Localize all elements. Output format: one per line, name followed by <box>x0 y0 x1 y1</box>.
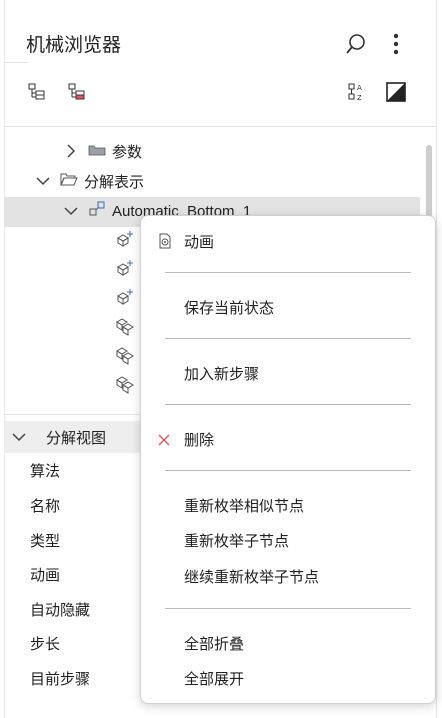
context-menu: 动画 保存当前状态 加入新步骤 删除 重新枚举相似节点 重新枚举子节点 继续重新… <box>140 215 436 704</box>
animation-icon <box>157 233 173 253</box>
property-label: 步长 <box>30 635 61 653</box>
contrast-toggle-icon[interactable] <box>384 80 408 104</box>
menu-separator <box>165 608 411 609</box>
part-node-icon[interactable] <box>115 316 135 336</box>
menu-separator <box>165 404 411 405</box>
panel-header: 机械浏览器 AZ <box>4 0 437 125</box>
property-label: 类型 <box>30 532 61 550</box>
chevron-down-icon[interactable] <box>36 174 50 188</box>
header-divider-left <box>4 62 28 63</box>
sort-az-icon[interactable]: AZ <box>345 80 369 104</box>
menu-item-add-step[interactable]: 加入新步骤 <box>184 363 259 384</box>
menu-separator <box>165 272 411 273</box>
tree-item-exploded-views[interactable]: 分解表示 <box>36 167 144 195</box>
more-vertical-icon[interactable] <box>383 31 409 57</box>
menu-item-save-state[interactable]: 保存当前状态 <box>184 297 274 318</box>
chevron-down-icon[interactable] <box>12 430 26 444</box>
menu-item-collapse-all[interactable]: 全部折叠 <box>184 633 244 654</box>
delete-x-icon <box>158 431 170 450</box>
menu-separator <box>165 470 411 471</box>
tree-item-label: 参数 <box>112 142 143 161</box>
property-label: 目前步骤 <box>30 670 91 688</box>
part-node-icon[interactable] <box>115 345 135 365</box>
properties-section-header[interactable]: 分解视图 <box>4 421 144 453</box>
svg-text:Z: Z <box>357 94 362 102</box>
chevron-right-icon[interactable] <box>64 144 78 158</box>
filter-tree-icon[interactable] <box>65 80 89 104</box>
step-node-icon[interactable] <box>115 229 135 249</box>
section-title: 分解视图 <box>46 428 107 447</box>
chevron-down-icon[interactable] <box>64 204 78 218</box>
show-tree-icon[interactable] <box>25 80 49 104</box>
menu-item-delete[interactable]: 删除 <box>184 429 214 450</box>
menu-item-animation[interactable]: 动画 <box>184 231 214 252</box>
tree-item-parameters[interactable]: 参数 <box>64 137 142 165</box>
step-node-icon[interactable] <box>115 287 135 307</box>
folder-icon <box>88 142 106 160</box>
toolbar-divider <box>4 126 437 127</box>
svg-text:A: A <box>357 84 362 92</box>
panel-title: 机械浏览器 <box>26 34 122 56</box>
property-label: 自动隐藏 <box>30 601 91 619</box>
folder-open-icon <box>60 172 78 190</box>
explode-node-icon <box>88 200 106 222</box>
property-label: 算法 <box>30 462 61 480</box>
part-node-icon[interactable] <box>115 374 135 394</box>
property-label: 动画 <box>30 566 61 584</box>
step-node-icon[interactable] <box>115 258 135 278</box>
property-label: 名称 <box>30 497 61 515</box>
menu-item-continue-renumber[interactable]: 继续重新枚举子节点 <box>184 566 319 587</box>
menu-item-expand-all[interactable]: 全部展开 <box>184 668 244 689</box>
menu-item-renumber-children[interactable]: 重新枚举子节点 <box>184 530 289 551</box>
tree-item-label: 分解表示 <box>84 172 145 191</box>
menu-separator <box>165 338 411 339</box>
search-icon[interactable] <box>343 31 369 57</box>
menu-item-renumber-similar[interactable]: 重新枚举相似节点 <box>184 495 304 516</box>
